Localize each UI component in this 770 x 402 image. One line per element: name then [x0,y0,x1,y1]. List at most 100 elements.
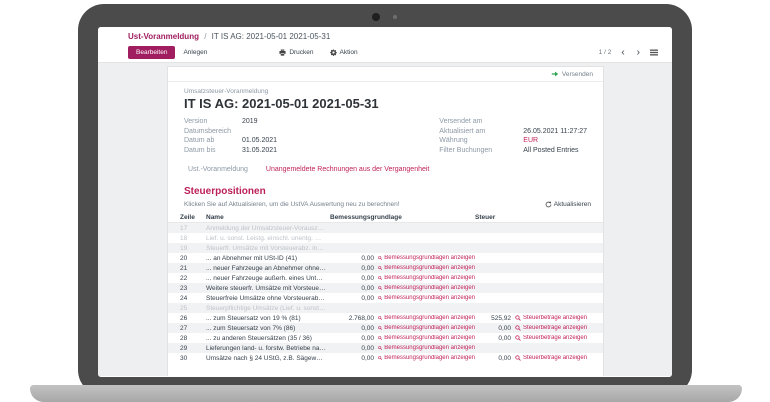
col-header-zeile: Zeile [180,214,206,221]
cell-base-amount: 0,00 [330,255,378,262]
refresh-button[interactable]: Aktualisieren [545,201,591,208]
field-value[interactable]: EUR [523,137,538,144]
field-label: Aktualisiert am [439,128,523,135]
table-header-row: Zeile Name Bemessungsgrundlage Steuer [168,213,603,223]
base-amounts-link-label: Bemessungsgrundlagen anzeigen [384,325,475,331]
base-amounts-link[interactable]: Bemessungsgrundlagen anzeigen [378,315,475,321]
gear-icon [330,49,337,56]
field-value: 2019 [242,118,258,125]
cell-name: Steuerfreie Umsätze ohne Vorsteuerabzug … [206,295,330,302]
field-label: Versendet am [439,118,523,125]
document-card: Versenden Umsatzsteuer-Voranmeldung IT I… [167,66,604,376]
field-value: 26.05.2021 11:27:27 [523,128,587,135]
tab-1[interactable]: Unangemeldete Rechnungen aus der Vergang… [266,166,429,173]
field-row: Datumsbereich [184,127,439,137]
table-body: 17Anmeldung der Umsatzsteuer-Vorauszahlu… [168,223,603,363]
cell-tax-amount: 0,00 [475,335,515,342]
laptop-frame: Ust-Voranmeldung / IT IS AG: 2021-05-01 … [78,4,692,396]
cell-name: Steuerpflichtige Umsätze (Lief. u. sonst… [206,305,330,312]
content-area: Versenden Umsatzsteuer-Voranmeldung IT I… [98,63,672,376]
cell-name: ... zum Steuersatz von 19 % (81) [206,315,330,322]
tax-amounts-link[interactable]: Steuerbeträge anzeigen [515,325,595,331]
base-amounts-link[interactable]: Bemessungsgrundlagen anzeigen [378,285,475,291]
refresh-hint-text: Klicken Sie auf Aktualisieren, um die Us… [184,201,400,208]
field-value: 01.05.2021 [242,137,277,144]
base-amounts-link[interactable]: Bemessungsgrundlagen anzeigen [378,275,475,281]
cell-zeile: 18 [180,235,206,242]
base-amounts-link[interactable]: Bemessungsgrundlagen anzeigen [378,355,475,361]
cell-zeile: 23 [180,285,206,292]
print-button-label: Drucken [289,49,313,56]
base-amounts-link[interactable]: Bemessungsgrundlagen anzeigen [378,295,475,301]
base-amounts-link[interactable]: Bemessungsgrundlagen anzeigen [378,265,475,271]
magnifier-icon [378,335,382,341]
base-amounts-link[interactable]: Bemessungsgrundlagen anzeigen [378,325,475,331]
magnifier-icon [515,325,521,331]
print-button[interactable]: Drucken [279,49,313,56]
refresh-icon [545,201,552,208]
document-header: Umsatzsteuer-Voranmeldung IT IS AG: 2021… [168,82,603,112]
page-background: Ust-Voranmeldung / IT IS AG: 2021-05-01 … [0,0,770,402]
cell-name: Lieferungen land- u. forstw. Betriebe na… [206,345,330,352]
cell-base-amount: 0,00 [330,285,378,292]
cell-name: Steuerfr. Umsätze mit Vorsteuerabz. inne… [206,245,330,252]
table-row: 18Lief. u. sonst. Leistg. einschl. unent… [168,233,603,243]
field-row: Aktualisiert am26.05.2021 11:27:27 [439,127,587,137]
fields-left: Version2019DatumsbereichDatum ab01.05.20… [184,117,439,155]
base-amounts-link[interactable]: Bemessungsgrundlagen anzeigen [378,345,475,351]
chevron-left-icon[interactable]: ‹ [619,49,626,57]
table-row: 30Umsätze nach § 24 UStG, z.B. Sägewerke… [168,353,603,363]
create-button[interactable]: Anlegen [175,46,215,59]
camera-icon [372,13,380,21]
breadcrumb: Ust-Voranmeldung / IT IS AG: 2021-05-01 … [128,32,658,41]
field-row: Versendet am [439,117,587,127]
table-row: 24Steuerfreie Umsätze ohne Vorsteuerabzu… [168,293,603,303]
base-amounts-link-label: Bemessungsgrundlagen anzeigen [384,315,475,321]
cell-name: Anmeldung der Umsatzsteuer-Vorauszahlung [206,225,330,232]
tax-amounts-link-label: Steuerbeträge anzeigen [523,325,587,331]
base-amounts-link-label: Bemessungsgrundlagen anzeigen [384,265,475,271]
tab-0[interactable]: Ust.-Voranmeldung [188,166,248,173]
magnifier-icon [378,295,382,301]
hint-row: Klicken Sie auf Aktualisieren, um die Us… [168,197,603,208]
field-label: Datum bis [184,147,242,154]
action-button[interactable]: Aktion [330,49,358,56]
cell-name: ... neuer Fahrzeuge an Abnehmer ohne UST… [206,265,330,272]
cell-tax-amount: 525,92 [475,315,515,322]
chevron-right-icon[interactable]: › [635,49,642,57]
toolbar-right: 1 / 2 ‹ › [599,49,658,57]
cell-name: ... neuer Fahrzeuge außerh. eines Untern… [206,275,330,282]
field-label: Filter Buchungen [439,147,523,154]
base-amounts-link-label: Bemessungsgrundlagen anzeigen [384,275,475,281]
field-row: Datum bis31.05.2021 [184,146,439,156]
cell-base-amount: 0,00 [330,355,378,362]
base-amounts-link[interactable]: Bemessungsgrundlagen anzeigen [378,255,475,261]
send-button-label: Versenden [562,71,593,78]
col-header-steuer: Steuer [475,214,595,221]
tax-amounts-link[interactable]: Steuerbeträge anzeigen [515,315,595,321]
cell-name: Lief. u. sonst. Leistg. einschl. unentg.… [206,235,330,242]
edit-button[interactable]: Bearbeiten [128,46,175,59]
camera-led-icon [393,15,397,19]
magnifier-icon [378,355,382,361]
toolbar: Bearbeiten Anlegen Drucken Aktion 1 [128,46,658,59]
breadcrumb-doctype-link[interactable]: Ust-Voranmeldung [128,32,199,41]
tax-amounts-link[interactable]: Steuerbeträge anzeigen [515,355,595,361]
cell-base-amount: 0,00 [330,275,378,282]
tax-amounts-link-label: Steuerbeträge anzeigen [523,315,587,321]
app-screen: Ust-Voranmeldung / IT IS AG: 2021-05-01 … [98,27,672,377]
table-row: 29Lieferungen land- u. forstw. Betriebe … [168,343,603,353]
base-amounts-link[interactable]: Bemessungsgrundlagen anzeigen [378,335,475,341]
fields-right: Versendet am Aktualisiert am26.05.2021 11… [439,117,587,155]
menu-icon[interactable] [650,49,658,56]
send-button[interactable]: Versenden [168,67,603,82]
tax-amounts-link[interactable]: Steuerbeträge anzeigen [515,335,595,341]
magnifier-icon [378,255,382,261]
magnifier-icon [378,315,382,321]
cell-zeile: 19 [180,245,206,252]
base-amounts-link-label: Bemessungsgrundlagen anzeigen [384,285,475,291]
cell-zeile: 24 [180,295,206,302]
cell-zeile: 25 [180,305,206,312]
tax-amounts-link-label: Steuerbeträge anzeigen [523,355,587,361]
cell-zeile: 20 [180,255,206,262]
